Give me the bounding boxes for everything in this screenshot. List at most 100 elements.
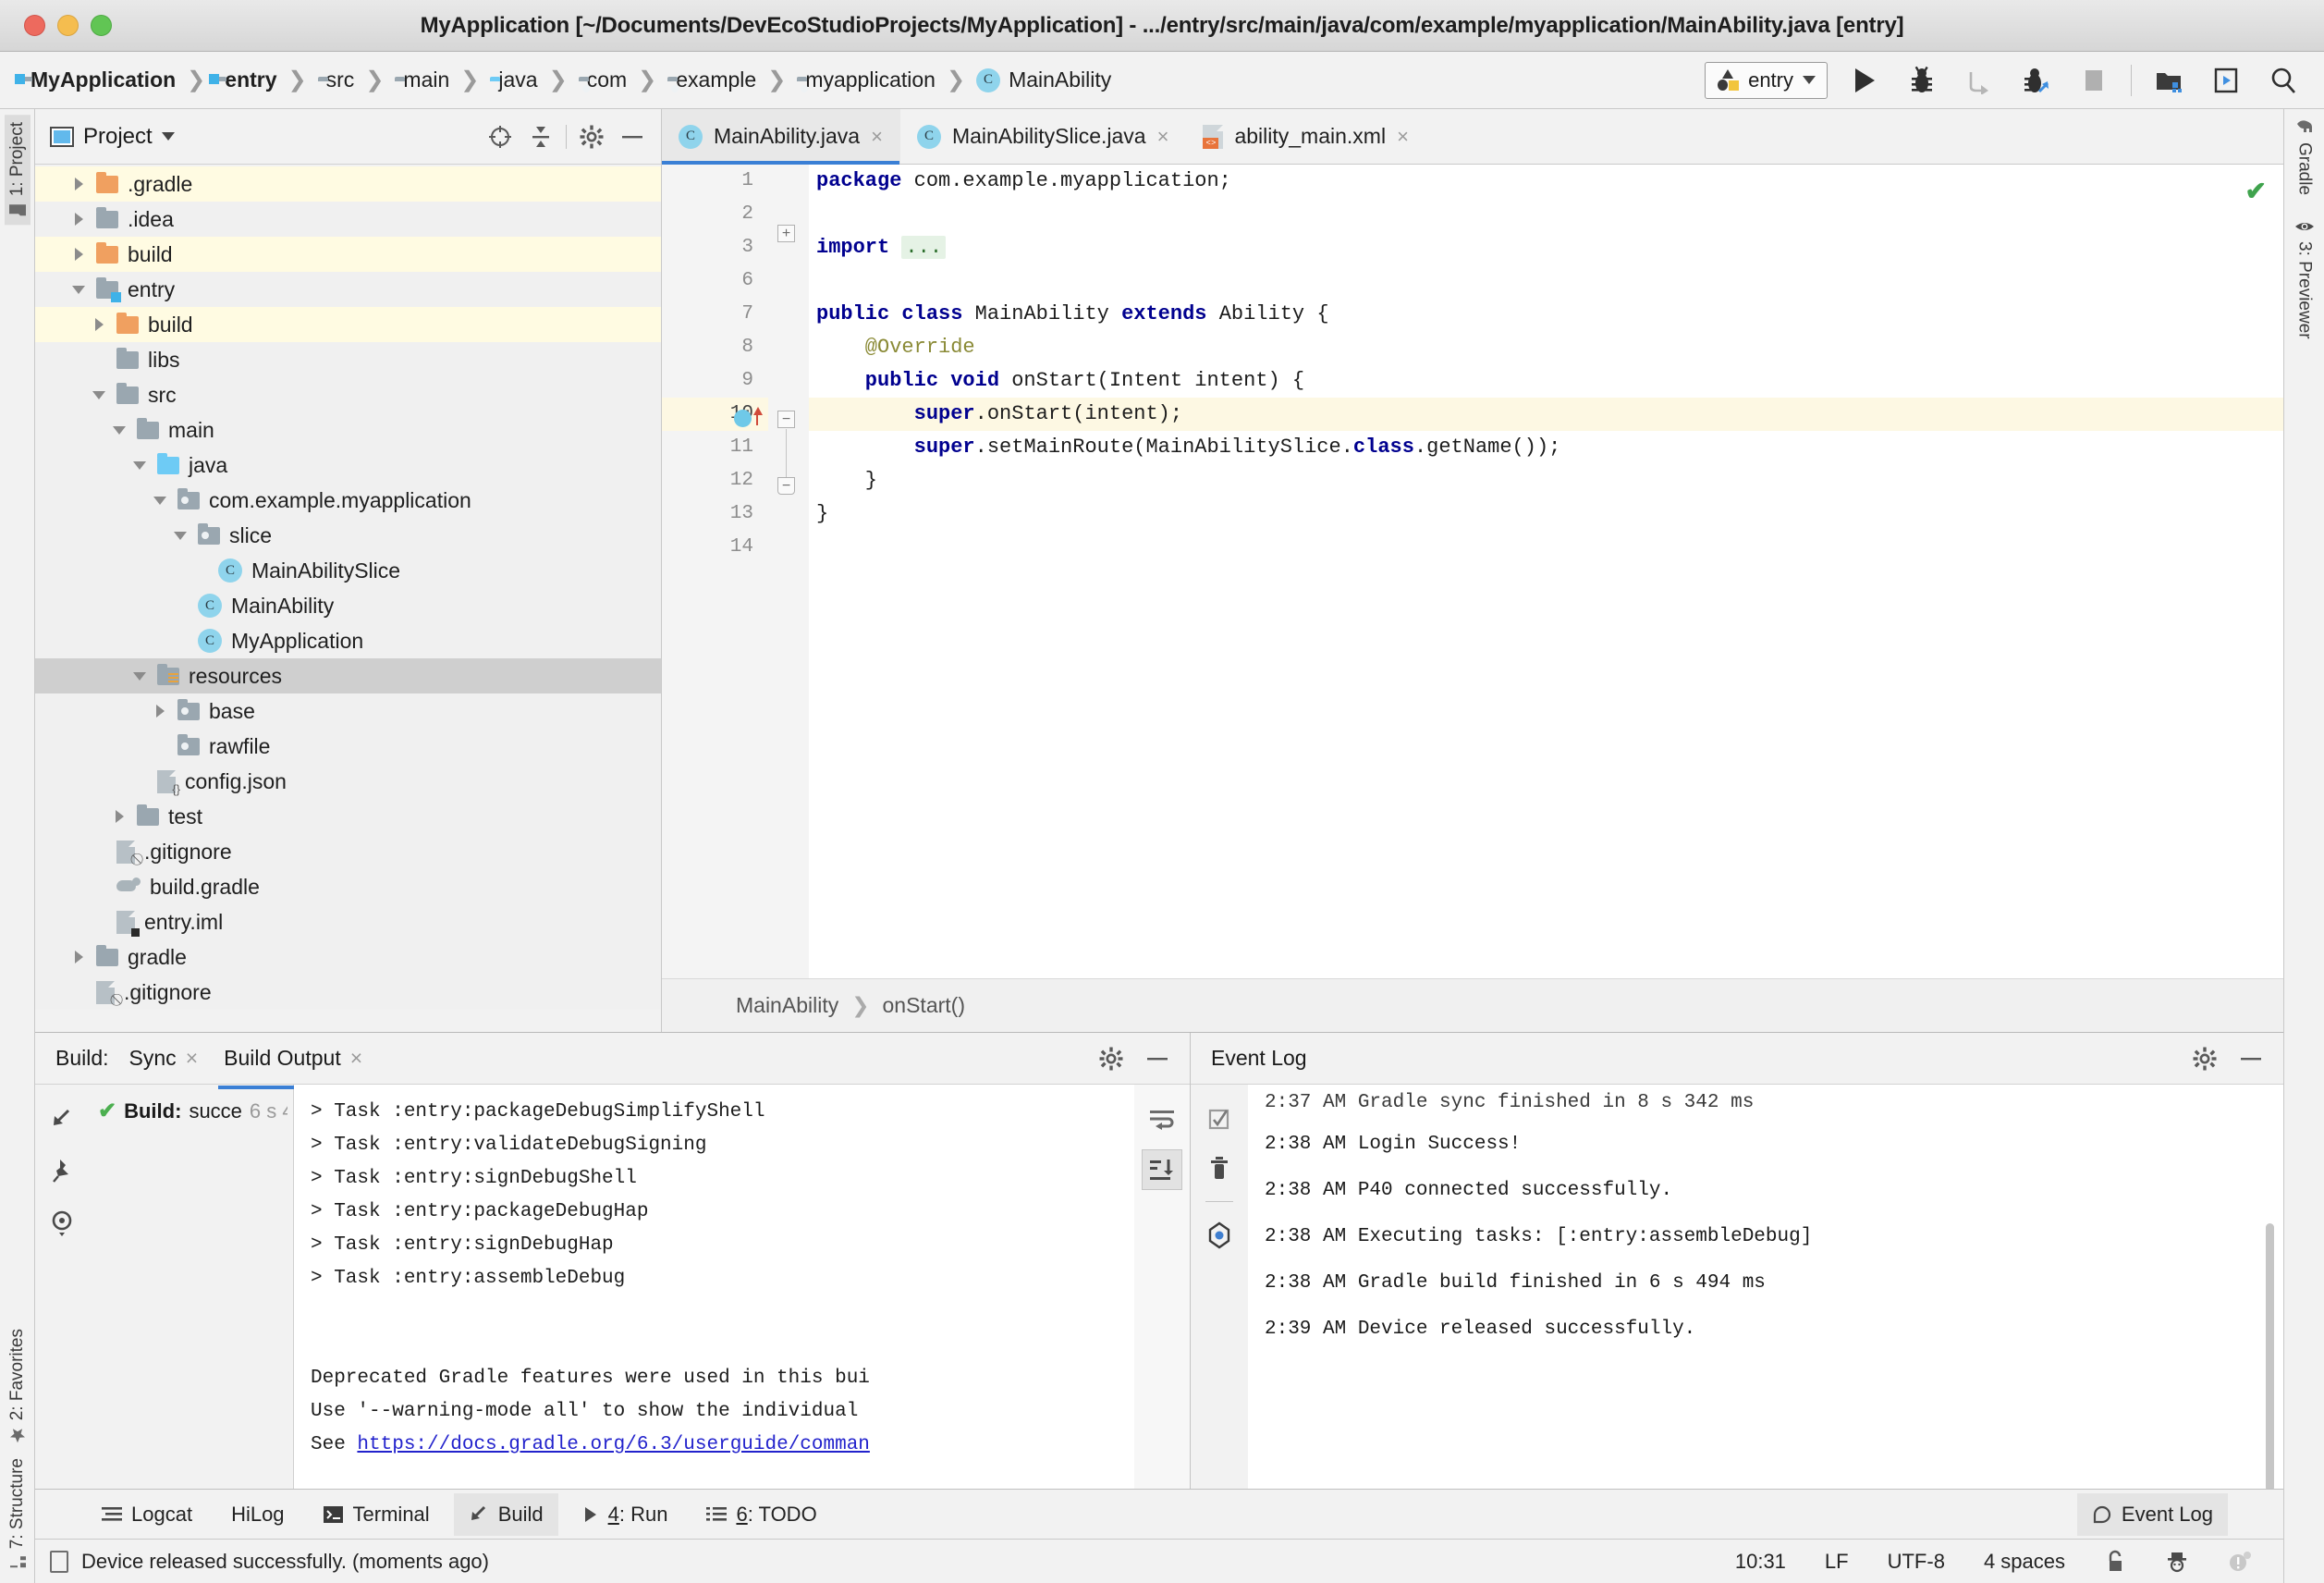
breadcrumb-item-myapplication-package[interactable]: myapplication <box>791 66 941 94</box>
line-number[interactable]: 11 <box>662 431 768 464</box>
build-settings-button[interactable] <box>1095 1043 1127 1074</box>
tree-item-config-json[interactable]: {} config.json <box>35 764 661 799</box>
code-line[interactable]: } <box>809 464 2283 497</box>
tree-item-mainability[interactable]: C MainAbility <box>35 588 661 623</box>
chevron-down-icon[interactable] <box>161 132 175 141</box>
project-tree[interactable]: .gradle .idea build entry build libs src main ja… <box>35 165 661 1032</box>
tree-item--gitignore[interactable]: ⃠ .gitignore <box>35 975 661 1010</box>
tree-expand-toggle[interactable] <box>129 460 150 470</box>
breadcrumb[interactable]: MyApplication ❯ entry ❯ src ❯ main ❯ jav… <box>15 66 1705 94</box>
notification-icon[interactable] <box>2215 1550 2265 1574</box>
tree-item-gradle[interactable]: gradle <box>35 939 661 975</box>
tree-item-main[interactable]: main <box>35 412 661 448</box>
code-line[interactable] <box>809 531 2283 564</box>
breadcrumb-method[interactable]: onStart() <box>883 993 965 1018</box>
tab-logcat[interactable]: Logcat <box>87 1493 207 1536</box>
build-tree[interactable]: ✔ Build: succe 6 s 420 ms <box>89 1085 294 1489</box>
search-everywhere-button[interactable] <box>2263 60 2304 101</box>
sidebar-item-project[interactable]: 1: Project <box>4 115 31 226</box>
tree-item-com-example-myapplication[interactable]: com.example.myapplication <box>35 483 661 518</box>
hat-person-icon[interactable] <box>2152 1550 2202 1574</box>
maximize-window-button[interactable] <box>91 15 112 36</box>
tree-expand-toggle[interactable] <box>129 671 150 681</box>
hide-build-panel-button[interactable] <box>1142 1043 1173 1074</box>
project-structure-button[interactable] <box>2148 60 2189 101</box>
build-tree-node[interactable]: ✔ Build: succe 6 s 420 ms <box>98 1098 287 1124</box>
tree-expand-toggle[interactable] <box>68 951 89 963</box>
tree-expand-toggle[interactable] <box>89 318 109 331</box>
profiler-button[interactable] <box>2016 60 2057 101</box>
breadcrumb-item-main[interactable]: main <box>389 66 455 94</box>
stop-button[interactable] <box>2073 60 2114 101</box>
event-log-settings-button[interactable] <box>2189 1043 2220 1074</box>
fold-imports-icon[interactable]: + <box>777 225 795 242</box>
sidebar-item-gradle[interactable]: Gradle <box>2294 118 2315 195</box>
tree-item-entry-iml[interactable]: entry.iml <box>35 904 661 939</box>
collapse-all-button[interactable] <box>525 121 557 153</box>
inspection-ok-icon[interactable]: ✔ <box>2245 176 2267 206</box>
tab-event-log[interactable]: Event Log <box>2076 1492 2228 1536</box>
fold-method-icon[interactable]: − <box>777 411 795 428</box>
hide-event-log-button[interactable] <box>2235 1043 2267 1074</box>
close-tab-icon[interactable]: × <box>871 125 883 149</box>
bottom-tab-bar[interactable]: Logcat HiLog Terminal Build 4: Run 6: TO… <box>35 1489 2283 1539</box>
breadcrumb-item-myapplication[interactable]: MyApplication <box>15 66 181 94</box>
breadcrumb-item-entry[interactable]: entry <box>209 66 282 94</box>
tab-mainabilityslice-java[interactable]: C MainAbilitySlice.java × <box>900 109 1187 164</box>
gradle-docs-link[interactable]: https://docs.gradle.org/6.3/userguide/co… <box>357 1434 870 1455</box>
line-number[interactable]: 6 <box>662 264 768 298</box>
code-line[interactable]: public void onStart(Intent intent) { <box>809 364 2283 398</box>
breadcrumb-item-src[interactable]: src <box>312 66 361 94</box>
tree-item-entry[interactable]: entry <box>35 272 661 307</box>
build-output-console[interactable]: > Task :entry:packageDebugSimplifyShell >… <box>294 1085 1134 1489</box>
tree-item-java[interactable]: java <box>35 448 661 483</box>
tree-item--idea[interactable]: .idea <box>35 202 661 237</box>
device-manager-button[interactable] <box>2206 60 2246 101</box>
tree-item-myapplication[interactable]: C MyApplication <box>35 623 661 658</box>
breadcrumb-item-mainability[interactable]: C MainAbility <box>971 66 1117 94</box>
code-line[interactable]: import ... <box>809 231 2283 264</box>
editor-breadcrumb[interactable]: MainAbility ❯ onStart() <box>662 978 2283 1032</box>
breadcrumb-item-com[interactable]: com <box>573 66 632 94</box>
code-line[interactable]: super.setMainRoute(MainAbilitySlice.clas… <box>809 431 2283 464</box>
tree-item-src[interactable]: src <box>35 377 661 412</box>
close-tab-icon[interactable]: × <box>1157 125 1169 149</box>
tree-expand-toggle[interactable] <box>150 705 170 718</box>
file-encoding[interactable]: UTF-8 <box>1875 1550 1958 1574</box>
tree-item--gitignore[interactable]: ⃠ .gitignore <box>35 834 661 869</box>
debug-button[interactable] <box>1902 60 1942 101</box>
tree-item-rawfile[interactable]: rawfile <box>35 729 661 764</box>
breadcrumb-class[interactable]: MainAbility <box>736 993 838 1018</box>
tab-todo[interactable]: 6: TODO <box>691 1493 831 1536</box>
mark-all-read-button[interactable] <box>1199 1099 1240 1140</box>
tree-item-libs[interactable]: libs <box>35 342 661 377</box>
line-number[interactable]: 9 <box>662 364 768 398</box>
tree-expand-toggle[interactable] <box>68 285 89 294</box>
caret-position[interactable]: 10:31 <box>1722 1550 1799 1574</box>
attach-debugger-button[interactable] <box>1959 60 2000 101</box>
event-log-entry[interactable]: 2:38 AM Gradle build finished in 6 s 494… <box>1265 1260 2283 1307</box>
tab-sync[interactable]: Sync × <box>124 1037 204 1080</box>
breadcrumb-item-java[interactable]: java <box>484 66 543 94</box>
tree-expand-toggle[interactable] <box>109 810 129 823</box>
code-line[interactable]: super.onStart(intent); <box>809 398 2283 431</box>
tree-item-build[interactable]: build <box>35 307 661 342</box>
code-line[interactable]: @Override <box>809 331 2283 364</box>
line-number[interactable]: 3 <box>662 231 768 264</box>
close-window-button[interactable] <box>24 15 45 36</box>
unlock-icon[interactable] <box>2091 1550 2139 1574</box>
tree-item-test[interactable]: test <box>35 799 661 834</box>
toggle-soft-wrap-button[interactable] <box>1142 1099 1182 1140</box>
line-number[interactable]: 13 <box>662 497 768 531</box>
tree-expand-toggle[interactable] <box>68 178 89 190</box>
sidebar-item-structure[interactable]: 7: Structure <box>5 1451 31 1576</box>
event-log-entry[interactable]: 2:38 AM P40 connected successfully. <box>1265 1168 2283 1214</box>
event-log-entry[interactable]: 2:37 AM Gradle sync finished in 8 s 342 … <box>1265 1092 2283 1122</box>
sidebar-item-favorites[interactable]: 2: Favorites <box>5 1321 31 1451</box>
toggle-tool-windows-icon[interactable] <box>50 1550 68 1573</box>
code-line[interactable]: public class MainAbility extends Ability… <box>809 298 2283 331</box>
tree-expand-toggle[interactable] <box>68 248 89 261</box>
tab-mainability-java[interactable]: C MainAbility.java × <box>662 109 900 165</box>
tree-expand-toggle[interactable] <box>170 531 190 540</box>
tree-expand-toggle[interactable] <box>109 425 129 435</box>
